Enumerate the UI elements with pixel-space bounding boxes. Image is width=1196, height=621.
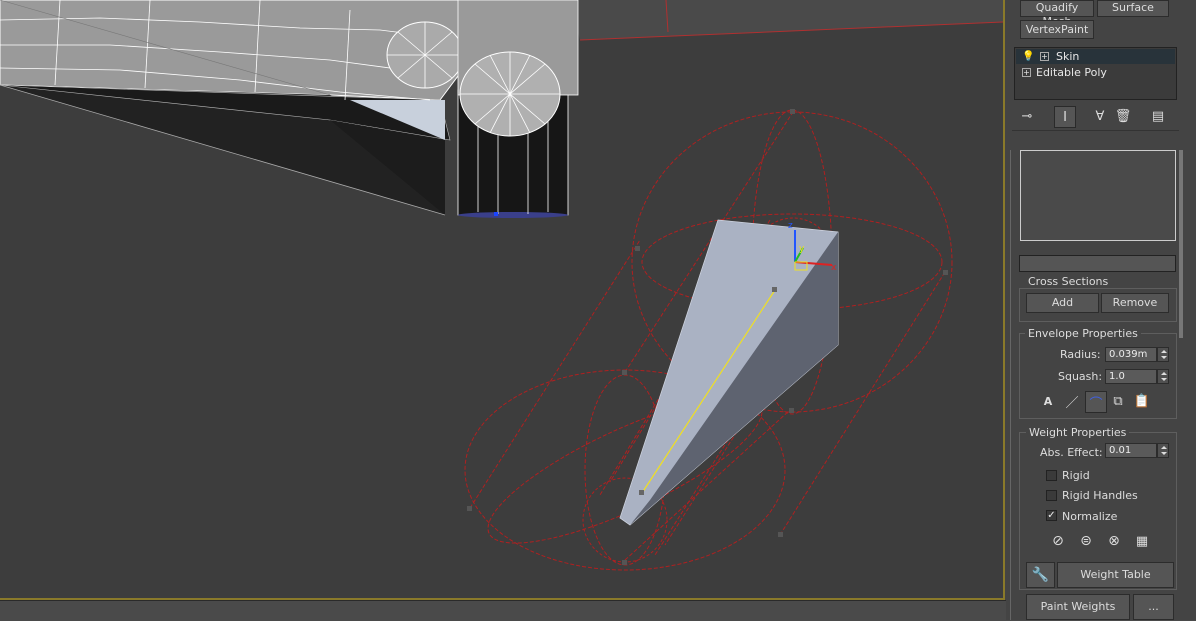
surface-button[interactable]: Surface	[1097, 0, 1169, 17]
quadify-mesh-button[interactable]: Quadify Mesh	[1020, 0, 1094, 28]
radius-spinner-arrows[interactable]	[1157, 347, 1169, 362]
envelope-properties-title: Envelope Properties	[1025, 327, 1141, 340]
radius-label: Radius:	[1060, 348, 1101, 361]
bone-mesh[interactable]	[619, 219, 839, 526]
rigid-label: Rigid	[1062, 469, 1090, 482]
stack-item-label: Skin	[1056, 50, 1080, 63]
bake-weights-icon[interactable]: ▦	[1132, 531, 1152, 551]
ground-plane	[570, 0, 1003, 40]
bone-name-field[interactable]	[1019, 255, 1176, 272]
lightbulb-icon[interactable]: 💡	[1022, 49, 1034, 64]
modifier-stack[interactable]: 💡 + Skin + Editable Poly	[1014, 47, 1177, 100]
svg-text:z: z	[788, 221, 793, 231]
squash-spinner-arrows[interactable]	[1157, 369, 1169, 384]
abs-effect-label: Abs. Effect:	[1040, 446, 1103, 459]
cross-sections-title: Cross Sections	[1025, 275, 1112, 288]
paint-weights-button[interactable]: Paint Weights	[1026, 594, 1130, 620]
radius-spinner[interactable]: 0.039m	[1105, 347, 1157, 362]
envelope-visibility-icon[interactable]: ／	[1062, 391, 1082, 411]
falloff-icon[interactable]: ⌒	[1085, 391, 1107, 413]
paste-envelope-icon[interactable]: 📋	[1132, 391, 1152, 411]
vertexpaint-button[interactable]: VertexPaint	[1020, 20, 1094, 39]
show-end-result-icon[interactable]: Ⅰ	[1054, 106, 1076, 128]
normalize-checkbox[interactable]: ✓	[1046, 510, 1057, 521]
expand-plus-icon[interactable]: +	[1022, 68, 1031, 77]
copy-envelope-icon[interactable]: ⧉	[1108, 391, 1128, 411]
add-cross-section-button[interactable]: Add	[1026, 293, 1099, 313]
exclude-verts-icon[interactable]: ⊘	[1048, 531, 1068, 551]
remove-cross-section-button[interactable]: Remove	[1101, 293, 1169, 313]
normalize-label: Normalize	[1062, 510, 1118, 523]
wrench-icon: 🔧	[1031, 567, 1050, 583]
rigid-checkbox[interactable]	[1046, 470, 1057, 481]
abs-effect-spinner[interactable]: 0.01	[1105, 443, 1157, 458]
make-unique-icon[interactable]: ∀	[1090, 106, 1110, 126]
bones-list[interactable]	[1020, 150, 1176, 241]
stack-item-skin[interactable]: 💡 + Skin	[1016, 49, 1175, 64]
perspective-viewport[interactable]: z x y	[0, 0, 1005, 600]
rigid-handles-label: Rigid Handles	[1062, 489, 1138, 502]
pin-stack-icon[interactable]: ⊸	[1017, 106, 1037, 126]
svg-text:y: y	[799, 244, 805, 254]
svg-text:x: x	[831, 263, 837, 273]
remove-modifier-icon[interactable]: 🗑	[1113, 106, 1133, 126]
paint-options-button[interactable]: ...	[1133, 594, 1174, 620]
stack-item-editable-poly[interactable]: + Editable Poly	[1016, 65, 1175, 80]
squash-spinner[interactable]: 1.0	[1105, 369, 1157, 384]
squash-label: Squash:	[1058, 370, 1103, 383]
weight-table-button[interactable]: Weight Table	[1057, 562, 1174, 588]
viewport-scene[interactable]: z x y	[0, 0, 1003, 598]
divider	[1012, 130, 1179, 131]
select-excluded-icon[interactable]: ⊗	[1104, 531, 1124, 551]
rollout-edge	[1010, 150, 1011, 620]
configure-sets-icon[interactable]: ▤	[1148, 106, 1168, 126]
stack-item-label: Editable Poly	[1036, 66, 1107, 79]
weight-properties-title: Weight Properties	[1026, 426, 1130, 439]
panel-scrollbar[interactable]	[1179, 150, 1183, 338]
expand-plus-icon[interactable]: +	[1040, 52, 1049, 61]
arm-mesh[interactable]	[0, 0, 579, 218]
absolute-relative-icon[interactable]: A	[1038, 391, 1058, 411]
abs-effect-spinner-arrows[interactable]	[1157, 443, 1169, 458]
include-verts-icon[interactable]: ⊜	[1076, 531, 1096, 551]
weight-tool-button[interactable]: 🔧	[1026, 562, 1055, 588]
rigid-handles-checkbox[interactable]	[1046, 490, 1057, 501]
